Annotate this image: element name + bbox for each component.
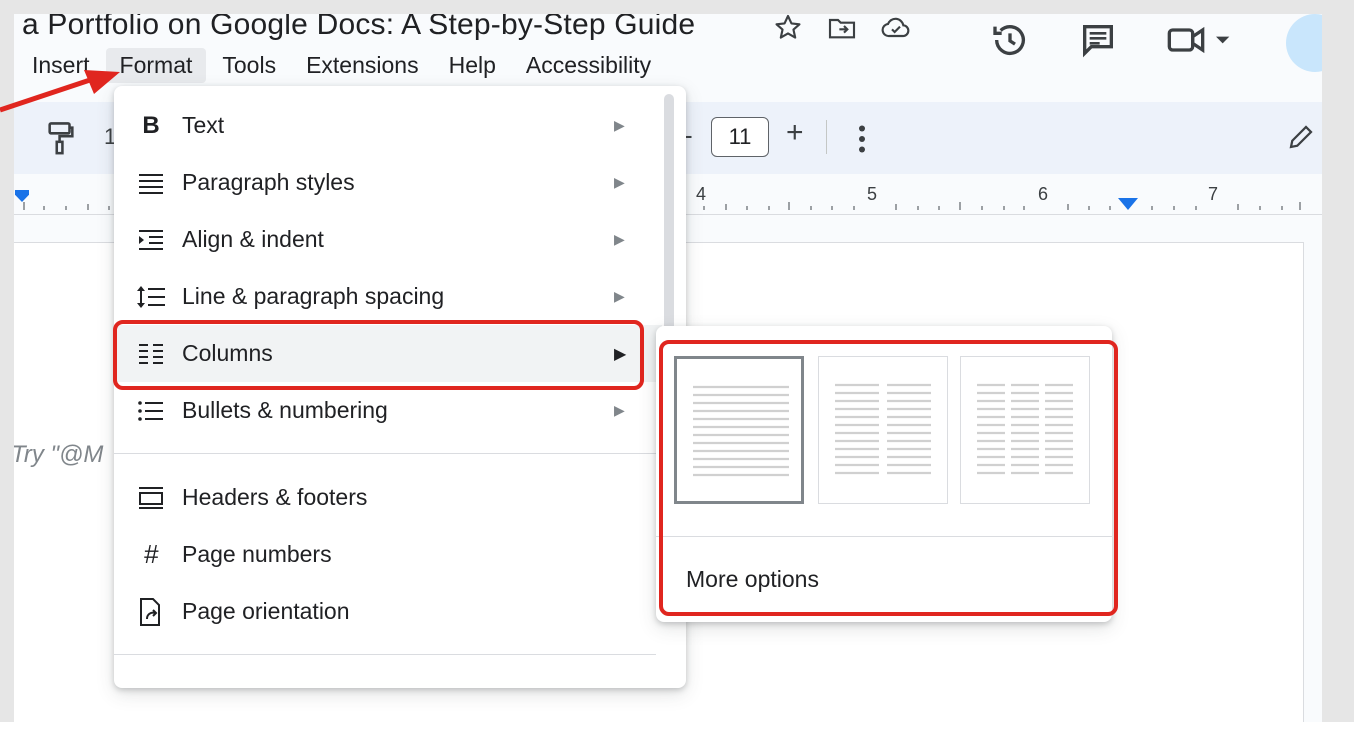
- menu-tools[interactable]: Tools: [208, 48, 290, 83]
- cloud-saved-icon[interactable]: [880, 14, 912, 44]
- submenu-arrow-icon: ▶: [614, 288, 625, 304]
- title-icons: [772, 14, 912, 44]
- annotation-box-columns: [113, 320, 644, 390]
- toolbar-divider: [826, 120, 827, 154]
- star-icon[interactable]: [772, 14, 804, 44]
- menu-item-page-orientation[interactable]: Page orientation: [114, 583, 662, 640]
- menu-item-label: Paragraph styles: [182, 169, 355, 195]
- bold-icon: B: [142, 111, 160, 139]
- menu-item-label: Align & indent: [182, 226, 324, 252]
- menu-item-headers-footers[interactable]: Headers & footers: [114, 469, 662, 526]
- pencil-editing-icon[interactable]: [1286, 122, 1316, 157]
- menu-item-bullets-numbering[interactable]: Bullets & numbering ▶: [114, 382, 662, 439]
- menu-accessibility[interactable]: Accessibility: [512, 48, 665, 83]
- more-options-icon[interactable]: [854, 124, 870, 159]
- menu-item-label: Page numbers: [182, 541, 332, 567]
- menu-help[interactable]: Help: [435, 48, 510, 83]
- line-spacing-icon: [136, 282, 166, 312]
- ruler-number: 5: [867, 184, 878, 204]
- version-history-icon[interactable]: [990, 20, 1030, 65]
- video-call-icon[interactable]: [1166, 20, 1236, 65]
- header-actions: [990, 20, 1236, 65]
- submenu-arrow-icon: ▶: [614, 174, 625, 190]
- header-footer-icon: [136, 483, 166, 513]
- menu-divider: [114, 453, 656, 454]
- hash-icon: #: [143, 539, 159, 569]
- bulleted-list-icon: [136, 396, 166, 426]
- submenu-arrow-icon: ▶: [614, 402, 625, 418]
- menu-item-line-spacing[interactable]: Line & paragraph spacing ▶: [114, 268, 662, 325]
- submenu-arrow-icon: ▶: [614, 231, 625, 247]
- menu-divider: [114, 654, 656, 655]
- font-size-input[interactable]: 11: [711, 117, 769, 157]
- paragraph-styles-icon: [136, 168, 166, 198]
- document-title[interactable]: a Portfolio on Google Docs: A Step-by-St…: [22, 14, 695, 42]
- menu-extensions[interactable]: Extensions: [292, 48, 433, 83]
- menu-item-text[interactable]: B Text ▶: [114, 97, 662, 154]
- smart-chip-placeholder: Try "@M: [14, 441, 104, 468]
- menu-item-paragraph-styles[interactable]: Paragraph styles ▶: [114, 154, 662, 211]
- menu-item-label: Line & paragraph spacing: [182, 283, 445, 309]
- menu-item-label: Page orientation: [182, 598, 350, 624]
- menu-item-align-indent[interactable]: Align & indent ▶: [114, 211, 662, 268]
- annotation-box-submenu: [659, 340, 1118, 616]
- ruler-number: 7: [1208, 184, 1219, 204]
- ruler-number: 6: [1038, 184, 1049, 204]
- paint-format-icon[interactable]: [44, 120, 78, 163]
- ruler-number: 4: [696, 184, 707, 204]
- page-orientation-icon: [136, 597, 166, 627]
- annotation-arrow: [0, 70, 120, 113]
- menu-item-page-numbers[interactable]: # Page numbers: [114, 526, 662, 583]
- menu-item-label: Text: [182, 112, 225, 138]
- move-folder-icon[interactable]: [826, 14, 858, 44]
- bottom-strip: [0, 722, 1354, 732]
- submenu-arrow-icon: ▶: [614, 117, 625, 133]
- comments-icon[interactable]: [1078, 20, 1118, 65]
- menu-item-label: Bullets & numbering: [182, 397, 388, 423]
- indent-icon: [136, 225, 166, 255]
- menu-item-label: Headers & footers: [182, 484, 368, 510]
- increase-font-size-icon[interactable]: +: [786, 116, 804, 150]
- avatar[interactable]: [1286, 14, 1322, 72]
